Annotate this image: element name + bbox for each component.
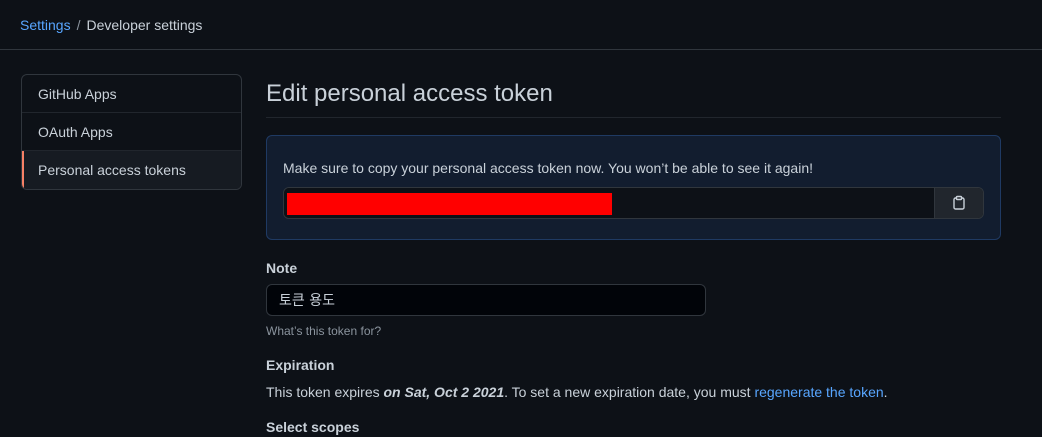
expiration-text-before: This token expires [266,384,384,400]
note-label: Note [266,260,298,276]
token-redaction-block [287,193,612,215]
token-value-field[interactable] [284,188,934,218]
token-flash-notice: Make sure to copy your personal access t… [266,135,1001,240]
expiration-text-middle: . To set a new expiration date, you must [504,384,755,400]
flash-message: Make sure to copy your personal access t… [283,160,813,176]
page-title: Edit personal access token [266,74,1001,118]
clipboard-icon [953,195,965,210]
breadcrumb-separator: / [76,16,81,33]
regenerate-token-link[interactable]: regenerate the token [754,384,883,400]
sidebar-item-personal-access-tokens[interactable]: Personal access tokens [22,151,241,189]
main-content: Edit personal access token Make sure to … [266,74,1001,437]
sidebar-item-oauth-apps[interactable]: OAuth Apps [22,113,241,151]
sidebar-item-label: GitHub Apps [38,85,117,102]
token-display [283,187,984,219]
breadcrumb: Settings / Developer settings [0,0,1042,50]
note-hint: What’s this token for? [266,324,382,338]
breadcrumb-current: Developer settings [86,16,203,33]
expiration-label: Expiration [266,357,335,373]
expiration-text-after: . [883,384,888,400]
expiration-text: This token expires on Sat, Oct 2 2021. T… [266,382,1001,402]
sidebar-item-github-apps[interactable]: GitHub Apps [22,75,241,113]
sidebar-item-label: Personal access tokens [38,162,186,178]
select-scopes-label: Select scopes [266,419,360,435]
note-input[interactable] [266,284,706,316]
expiration-date: on Sat, Oct 2 2021 [383,384,505,400]
sidebar-item-label: OAuth Apps [38,123,113,140]
developer-settings-sidebar: GitHub Apps OAuth Apps Personal access t… [21,74,242,190]
copy-token-button[interactable] [934,188,983,218]
breadcrumb-settings-link[interactable]: Settings [20,17,71,33]
